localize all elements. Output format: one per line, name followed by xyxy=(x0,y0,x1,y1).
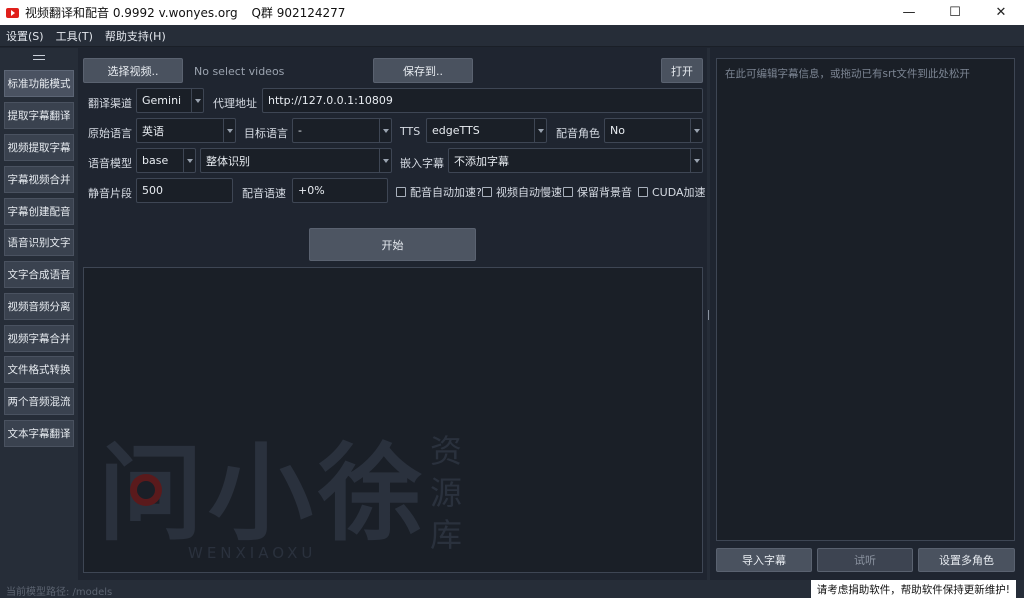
preview-listen-button[interactable]: 试听 xyxy=(817,548,913,572)
status-bar: 当前模型路径: /models 请考虑捐助软件，帮助软件保持更新维护! xyxy=(0,580,1024,598)
model-path-status: 当前模型路径: /models xyxy=(6,587,113,598)
sidebar-item-text-to-speech[interactable]: 文字合成语音 xyxy=(4,261,74,288)
select-video-button[interactable]: 选择视频.. xyxy=(83,58,183,83)
watermark-char-2: 小 xyxy=(208,433,313,555)
menu-settings[interactable]: 设置(S) xyxy=(0,28,50,44)
app-icon xyxy=(6,7,19,18)
splitter-grip-icon[interactable] xyxy=(708,310,709,320)
auto-speedup-checkbox[interactable]: 配音自动加速? xyxy=(396,184,482,200)
proxy-input[interactable]: http://127.0.0.1:10809 xyxy=(262,88,703,113)
chevron-down-icon xyxy=(534,119,546,142)
sidebar-item-sub-dubbing[interactable]: 字幕创建配音 xyxy=(4,198,74,225)
speech-model-select[interactable]: base xyxy=(136,148,196,173)
sidebar-item-video-sub-merge[interactable]: 视频字幕合并 xyxy=(4,325,74,352)
target-language-select[interactable]: - xyxy=(292,118,392,143)
window-title: 视频翻译和配音 0.9992 v.wonyes.org Q群 902124277 xyxy=(25,4,355,21)
chevron-down-icon xyxy=(183,149,195,172)
embed-subtitle-label: 嵌入字幕 xyxy=(400,157,444,170)
close-button[interactable]: ✕ xyxy=(978,0,1024,25)
sidebar-item-av-separate[interactable]: 视频音频分离 xyxy=(4,293,74,320)
silence-segment-label: 静音片段 xyxy=(88,187,132,200)
subtitle-editor[interactable]: 在此可编辑字幕信息，或拖动已有srt文件到此处松开 xyxy=(716,58,1015,541)
auto-slowdown-checkbox[interactable]: 视频自动慢速 xyxy=(482,184,562,200)
chevron-down-icon xyxy=(379,149,391,172)
cuda-checkbox[interactable]: CUDA加速 xyxy=(638,184,706,200)
sidebar-item-extract-translate[interactable]: 提取字幕翻译 xyxy=(4,102,74,129)
sidebar: 标准功能模式 提取字幕翻译 视频提取字幕 字幕视频合并 字幕创建配音 语音识别文… xyxy=(0,48,78,580)
watermark-pinyin: WENXIAOXU xyxy=(188,544,316,562)
tts-value: edgeTTS xyxy=(432,124,480,137)
chevron-down-icon xyxy=(191,89,203,112)
chevron-down-icon xyxy=(223,119,235,142)
sidebar-item-speech-recognition[interactable]: 语音识别文字 xyxy=(4,229,74,256)
recognition-mode-select[interactable]: 整体识别 xyxy=(200,148,392,173)
start-button[interactable]: 开始 xyxy=(309,228,476,261)
maximize-button[interactable]: ☐ xyxy=(932,0,978,25)
embed-subtitle-select[interactable]: 不添加字幕 xyxy=(448,148,703,173)
translate-channel-value: Gemini xyxy=(142,94,182,107)
chevron-down-icon xyxy=(690,149,702,172)
speech-model-value: base xyxy=(142,154,169,167)
voice-role-select[interactable]: No xyxy=(604,118,703,143)
watermark-char-3: 徐 xyxy=(317,433,423,555)
silence-segment-input[interactable]: 500 xyxy=(136,178,233,203)
menu-bar: 设置(S) 工具(T) 帮助支持(H) xyxy=(0,25,1024,47)
checkbox-icon xyxy=(563,187,573,197)
checkbox-icon xyxy=(482,187,492,197)
no-video-selected-label: No select videos xyxy=(194,65,285,78)
sidebar-item-sub-video-merge[interactable]: 字幕视频合并 xyxy=(4,166,74,193)
watermark-side-2: 源 xyxy=(430,474,462,512)
watermark-logo: 问 小 徐 资 源 库 WENXIAOXU xyxy=(98,432,462,562)
qq-group: Q群 902124277 xyxy=(251,6,346,20)
multi-role-button[interactable]: 设置多角色 xyxy=(918,548,1015,572)
watermark-side-1: 资 xyxy=(430,432,462,470)
proxy-label: 代理地址 xyxy=(213,97,257,110)
voice-role-label: 配音角色 xyxy=(556,127,600,140)
minimize-button[interactable]: — xyxy=(886,0,932,25)
tts-label: TTS xyxy=(400,125,421,138)
tts-select[interactable]: edgeTTS xyxy=(426,118,547,143)
source-language-select[interactable]: 英语 xyxy=(136,118,236,143)
cuda-label: CUDA加速 xyxy=(652,186,706,199)
window-controls: — ☐ ✕ xyxy=(886,0,1024,25)
embed-subtitle-value: 不添加字幕 xyxy=(454,154,509,168)
checkbox-icon xyxy=(396,187,406,197)
sidebar-handle-icon[interactable] xyxy=(0,48,78,66)
keep-bgm-label: 保留背景音 xyxy=(577,186,632,199)
sidebar-item-audio-mix[interactable]: 两个音频混流 xyxy=(4,388,74,415)
auto-speedup-label: 配音自动加速? xyxy=(410,186,482,199)
target-language-label: 目标语言 xyxy=(244,127,288,140)
chevron-down-icon xyxy=(690,119,702,142)
chevron-down-icon xyxy=(379,119,391,142)
auto-slowdown-label: 视频自动慢速 xyxy=(496,186,562,199)
voice-role-value: No xyxy=(610,124,625,137)
speech-model-label: 语音模型 xyxy=(88,157,132,170)
subtitle-editor-placeholder: 在此可编辑字幕信息，或拖动已有srt文件到此处松开 xyxy=(725,68,970,80)
open-button[interactable]: 打开 xyxy=(661,58,703,83)
source-language-value: 英语 xyxy=(142,124,164,138)
log-output-area[interactable]: 问 小 徐 资 源 库 WENXIAOXU xyxy=(83,267,703,573)
dubbing-speed-label: 配音语速 xyxy=(242,187,286,200)
sidebar-item-standard-mode[interactable]: 标准功能模式 xyxy=(4,70,74,97)
import-subtitle-button[interactable]: 导入字幕 xyxy=(716,548,812,572)
keep-bgm-checkbox[interactable]: 保留背景音 xyxy=(563,184,632,200)
recognition-mode-value: 整体识别 xyxy=(206,154,250,168)
translate-channel-select[interactable]: Gemini xyxy=(136,88,204,113)
sidebar-item-format-convert[interactable]: 文件格式转换 xyxy=(4,356,74,383)
sidebar-item-video-extract-sub[interactable]: 视频提取字幕 xyxy=(4,134,74,161)
target-language-value: - xyxy=(298,124,302,137)
app-title: 视频翻译和配音 0.9992 v.wonyes.org xyxy=(25,6,238,20)
donate-notice[interactable]: 请考虑捐助软件，帮助软件保持更新维护! xyxy=(810,580,1016,598)
title-bar: 视频翻译和配音 0.9992 v.wonyes.org Q群 902124277… xyxy=(0,0,1024,25)
save-to-button[interactable]: 保存到.. xyxy=(373,58,473,83)
menu-help[interactable]: 帮助支持(H) xyxy=(99,28,172,44)
checkbox-icon xyxy=(638,187,648,197)
sidebar-item-text-sub-translate[interactable]: 文本字幕翻译 xyxy=(4,420,74,447)
menu-tools[interactable]: 工具(T) xyxy=(50,28,99,44)
dubbing-speed-input[interactable]: +0% xyxy=(292,178,388,203)
translate-channel-label: 翻译渠道 xyxy=(88,97,132,110)
source-language-label: 原始语言 xyxy=(88,127,132,140)
watermark-side-3: 库 xyxy=(430,516,462,554)
